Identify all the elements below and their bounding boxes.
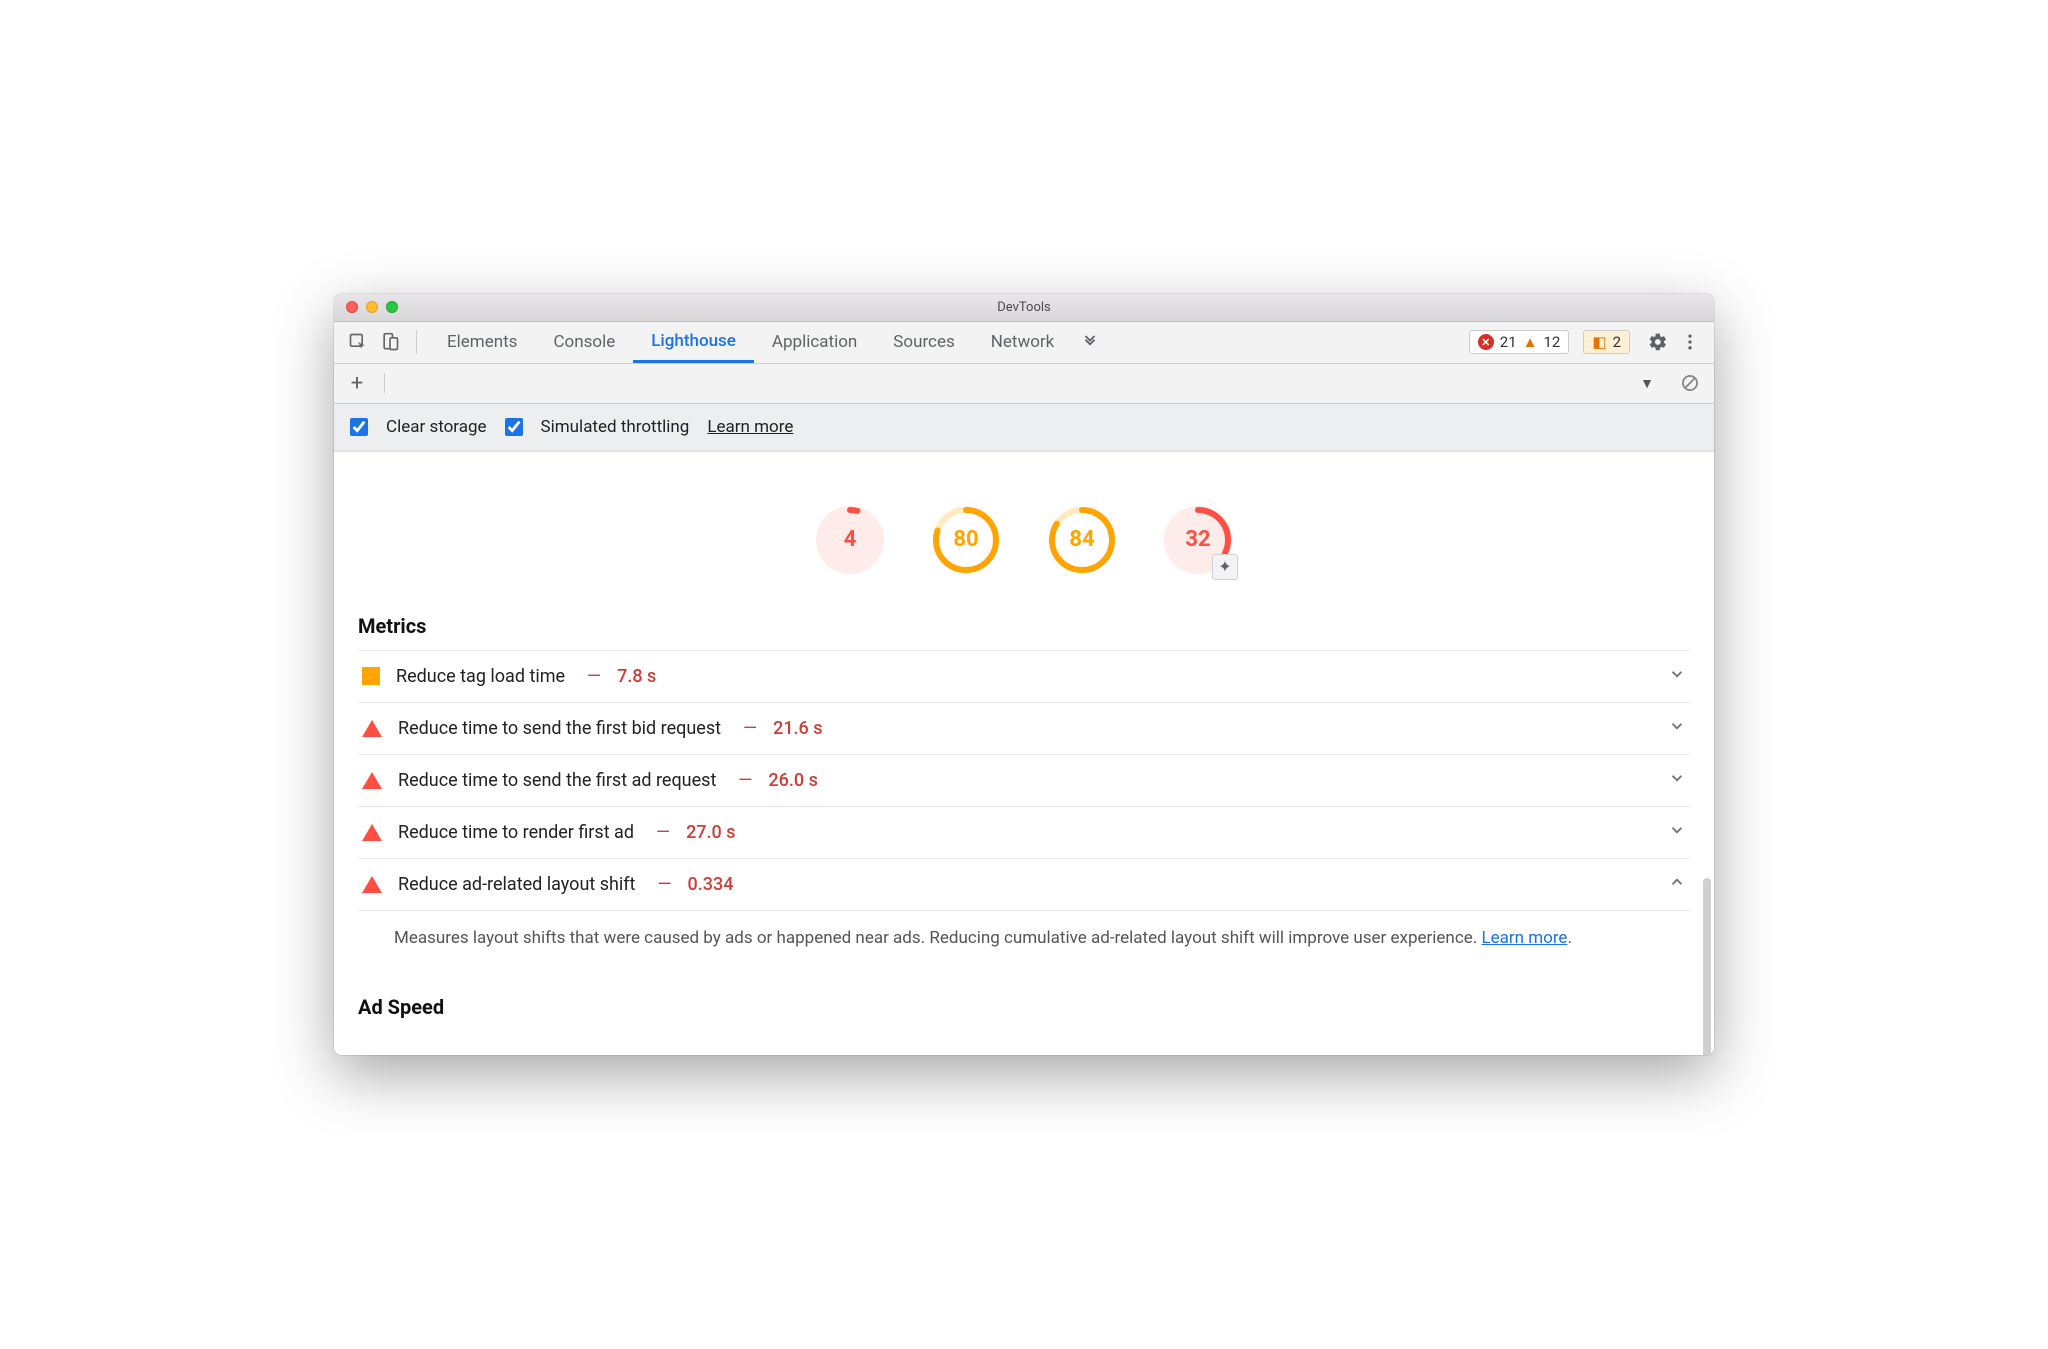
metric-row[interactable]: Reduce time to render first ad—27.0 s — [358, 807, 1690, 859]
triangle-icon — [362, 772, 382, 789]
score-gauges: 4 80 84 32✦ — [358, 452, 1690, 600]
tab-application[interactable]: Application — [754, 321, 875, 363]
metric-row[interactable]: Reduce tag load time—7.8 s — [358, 651, 1690, 703]
error-icon: ✕ — [1478, 334, 1494, 350]
clear-storage-checkbox[interactable] — [350, 418, 368, 436]
inspect-element-icon[interactable] — [344, 328, 372, 356]
tab-elements[interactable]: Elements — [429, 321, 535, 363]
triangle-icon — [362, 876, 382, 893]
report-dropdown[interactable]: ▼ — [1640, 375, 1654, 392]
simulated-throttling-checkbox[interactable] — [505, 418, 523, 436]
tabbar: ElementsConsoleLighthouseApplicationSour… — [334, 322, 1714, 364]
settings-gear-icon[interactable] — [1644, 328, 1672, 356]
clear-icon[interactable] — [1676, 369, 1704, 397]
report-content: 4 80 84 32✦ Metrics Reduce tag load time—7.… — [334, 452, 1714, 1055]
metric-value: 26.0 s — [768, 770, 817, 791]
chevron-down-icon — [1668, 717, 1686, 740]
devtools-window: DevTools ElementsConsoleLighthouseApplic… — [334, 294, 1714, 1055]
ad-speed-heading: Ad Speed — [358, 995, 1690, 1019]
score-gauge-1[interactable]: 80 — [932, 506, 1000, 574]
metric-label: Reduce time to send the first bid reques… — [398, 718, 721, 739]
clear-storage-label: Clear storage — [386, 417, 487, 437]
square-icon — [362, 667, 380, 685]
simulated-throttling-label: Simulated throttling — [541, 417, 690, 437]
panel-tabs: ElementsConsoleLighthouseApplicationSour… — [429, 321, 1072, 363]
metric-value: 21.6 s — [773, 718, 822, 739]
score-gauge-2[interactable]: 84 — [1048, 506, 1116, 574]
metric-label: Reduce ad-related layout shift — [398, 874, 635, 895]
titlebar: DevTools — [334, 294, 1714, 322]
triangle-icon — [362, 720, 382, 737]
console-counts[interactable]: ✕ 21 ▲ 12 — [1469, 330, 1570, 354]
tab-sources[interactable]: Sources — [875, 321, 972, 363]
metrics-list: Reduce tag load time—7.8 s Reduce time to… — [358, 651, 1690, 959]
separator — [384, 373, 385, 393]
plugin-icon: ✦ — [1212, 554, 1238, 580]
score-gauge-3[interactable]: 32✦ — [1164, 506, 1232, 574]
metric-label: Reduce time to render first ad — [398, 822, 634, 843]
lighthouse-toolbar: + ▼ — [334, 364, 1714, 404]
tab-network[interactable]: Network — [973, 321, 1073, 363]
scrollbar[interactable] — [1703, 878, 1711, 1055]
chevron-up-icon — [1668, 873, 1686, 896]
warning-count: 12 — [1544, 333, 1561, 351]
window-title: DevTools — [334, 300, 1714, 315]
metric-row[interactable]: Reduce time to send the first bid reques… — [358, 703, 1690, 755]
metric-value: 0.334 — [688, 874, 734, 895]
error-count: 21 — [1500, 333, 1517, 351]
more-tabs-icon[interactable] — [1076, 333, 1104, 351]
chevron-down-icon — [1668, 769, 1686, 792]
device-toolbar-icon[interactable] — [376, 328, 404, 356]
metric-row[interactable]: Reduce time to send the first ad request… — [358, 755, 1690, 807]
notification-count: 2 — [1613, 333, 1621, 351]
tab-console[interactable]: Console — [535, 321, 633, 363]
warning-icon: ▲ — [1523, 333, 1538, 351]
metrics-heading: Metrics — [358, 600, 1690, 651]
metric-label: Reduce tag load time — [396, 666, 565, 687]
lighthouse-options: Clear storage Simulated throttling Learn… — [334, 404, 1714, 452]
whats-new-notification[interactable]: ◧ 2 — [1583, 330, 1630, 354]
kebab-menu-icon[interactable] — [1676, 328, 1704, 356]
triangle-icon — [362, 824, 382, 841]
metric-row[interactable]: Reduce ad-related layout shift—0.334 — [358, 859, 1690, 911]
score-gauge-0[interactable]: 4 — [816, 506, 884, 574]
learn-more-link[interactable]: Learn more — [1481, 928, 1567, 948]
metric-description: Measures layout shifts that were caused … — [358, 911, 1690, 959]
separator — [416, 330, 417, 354]
tab-lighthouse[interactable]: Lighthouse — [633, 321, 754, 363]
metric-label: Reduce time to send the first ad request — [398, 770, 716, 791]
learn-more-link[interactable]: Learn more — [707, 417, 793, 437]
chevron-down-icon — [1668, 665, 1686, 688]
metric-value: 7.8 s — [617, 666, 656, 687]
chevron-down-icon — [1668, 821, 1686, 844]
metric-value: 27.0 s — [686, 822, 735, 843]
announcement-icon: ◧ — [1592, 333, 1606, 351]
new-report-button[interactable]: + — [344, 371, 370, 396]
